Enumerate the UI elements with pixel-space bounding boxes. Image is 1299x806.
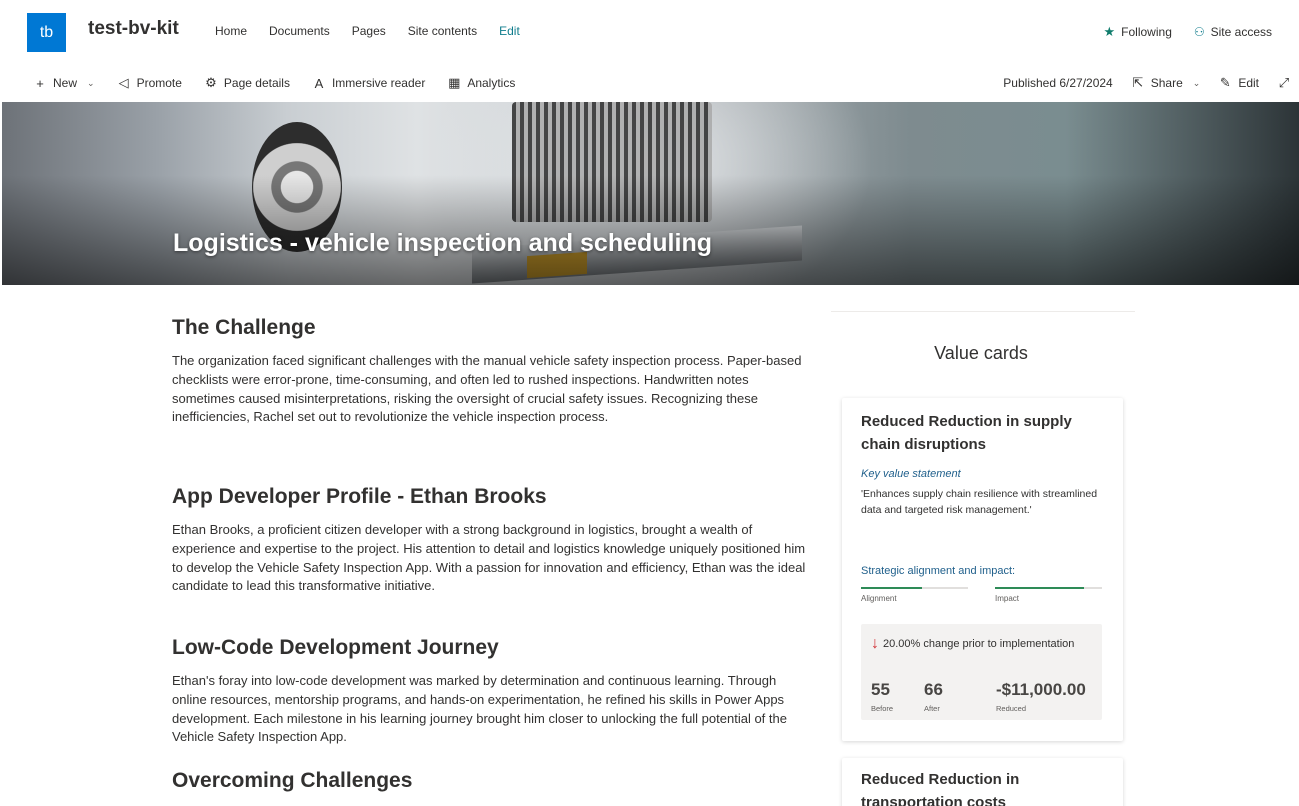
- reduced-label: Reduced: [996, 704, 1027, 713]
- megaphone-icon: ◁: [118, 75, 129, 90]
- after-value: 66: [924, 680, 943, 699]
- nav-home[interactable]: Home: [215, 24, 247, 38]
- section-heading: The Challenge: [172, 316, 316, 339]
- key-value-label: Key value statement: [861, 468, 961, 480]
- alignment-label: Alignment: [861, 594, 897, 603]
- section-body: The organization faced significant chall…: [172, 353, 802, 425]
- edit-label: Edit: [1238, 76, 1259, 90]
- metric-box: ↓ 20.00% change prior to implementation …: [861, 624, 1102, 720]
- immersive-reader-label: Immersive reader: [331, 76, 426, 90]
- site-access-label: Site access: [1210, 25, 1272, 39]
- promote-button[interactable]: ◁ Promote: [117, 75, 182, 91]
- share-icon: ⇱: [1132, 75, 1144, 90]
- before-label: Before: [871, 704, 894, 713]
- chevron-down-icon: ⌄: [1192, 77, 1201, 88]
- analytics-button[interactable]: ▦ Analytics: [447, 75, 515, 91]
- plus-icon: +: [36, 75, 44, 91]
- section-heading: Overcoming Challenges: [172, 769, 413, 792]
- command-bar: + New ⌄ ◁ Promote ⚙ Page details A Immer…: [0, 64, 1299, 102]
- star-icon: ★: [1103, 24, 1116, 39]
- impact-bar: [995, 587, 1102, 589]
- section-heading: Low-Code Development Journey: [172, 636, 499, 659]
- section-body: Ethan's foray into low-code development …: [172, 673, 787, 745]
- analytics-icon: ▦: [448, 75, 461, 90]
- strategic-label: Strategic alignment and impact:: [861, 565, 1016, 577]
- header-actions: ★ Following ⚇ Site access: [1104, 24, 1272, 40]
- site-access-button[interactable]: ⚇ Site access: [1194, 25, 1272, 39]
- reduced-value: -$11,000.00: [996, 680, 1086, 699]
- value-cards-panel: Value cards Reduced Reduction in supply …: [831, 311, 1135, 806]
- published-label: Published 6/27/2024: [1003, 76, 1113, 90]
- section-overcoming-challenges: Overcoming Challenges: [172, 766, 412, 796]
- impact-label: Impact: [995, 594, 1020, 603]
- section-heading: App Developer Profile - Ethan Brooks: [172, 485, 547, 508]
- site-logo[interactable]: tb: [27, 13, 66, 52]
- alignment-bar: [861, 587, 968, 589]
- pencil-icon: ✎: [1219, 75, 1231, 90]
- divider: [831, 311, 1135, 312]
- hero-banner: Logistics - vehicle inspection and sched…: [2, 102, 1299, 285]
- value-card[interactable]: Reduced Reduction in transportation cost…: [842, 758, 1123, 806]
- alignment-bar-fill: [861, 587, 922, 589]
- before-value: 55: [871, 680, 890, 699]
- section-development-journey: Low-Code Development Journey Ethan's for…: [172, 633, 807, 747]
- expand-icon: ⤢: [1278, 75, 1290, 90]
- nav-site-contents[interactable]: Site contents: [408, 24, 477, 38]
- analytics-label: Analytics: [467, 76, 516, 90]
- edit-button[interactable]: ✎ Edit: [1218, 75, 1259, 91]
- reader-icon: A: [314, 75, 324, 91]
- people-icon: ⚇: [1193, 25, 1205, 39]
- new-button[interactable]: + New ⌄: [33, 75, 95, 91]
- value-card-title: Reduced Reduction in transportation cost…: [861, 771, 1020, 806]
- value-card[interactable]: Reduced Reduction in supply chain disrup…: [842, 398, 1123, 741]
- impact-bar-fill: [995, 587, 1084, 589]
- published-status: Published 6/27/2024: [1003, 76, 1112, 90]
- gear-icon: ⚙: [205, 75, 217, 90]
- value-cards-title: Value cards: [934, 343, 1028, 363]
- change-text: 20.00% change prior to implementation: [883, 638, 1075, 650]
- page-title: Logistics - vehicle inspection and sched…: [173, 229, 712, 257]
- nav-pages[interactable]: Pages: [352, 24, 386, 38]
- page-details-button[interactable]: ⚙ Page details: [204, 75, 290, 91]
- nav-documents[interactable]: Documents: [269, 24, 330, 38]
- expand-button[interactable]: ⤢: [1277, 75, 1291, 91]
- arrow-down-icon: ↓: [871, 635, 879, 652]
- nav-edit[interactable]: Edit: [499, 24, 520, 38]
- command-bar-left: + New ⌄ ◁ Promote ⚙ Page details A Immer…: [33, 75, 537, 91]
- change-row: ↓ 20.00% change prior to implementation: [871, 635, 1074, 653]
- share-label: Share: [1150, 76, 1183, 90]
- chevron-down-icon: ⌄: [87, 77, 95, 88]
- after-label: After: [924, 704, 940, 713]
- section-developer-profile: App Developer Profile - Ethan Brooks Eth…: [172, 482, 807, 596]
- value-card-title: Reduced Reduction in supply chain disrup…: [861, 413, 1072, 453]
- promote-label: Promote: [136, 76, 182, 90]
- command-bar-right: Published 6/27/2024 ⇱ Share ⌄ ✎ Edit ⤢: [1003, 75, 1291, 91]
- immersive-reader-button[interactable]: A Immersive reader: [312, 75, 426, 91]
- section-challenge: The Challenge The organization faced sig…: [172, 313, 807, 427]
- key-value-text: 'Enhances supply chain resilience with s…: [861, 488, 1098, 516]
- site-nav: Home Documents Pages Site contents Edit: [215, 24, 542, 38]
- site-header: tb test-bv-kit Home Documents Pages Site…: [0, 0, 1299, 64]
- following-label: Following: [1121, 25, 1172, 39]
- page-details-label: Page details: [223, 76, 290, 90]
- section-body: Ethan Brooks, a proficient citizen devel…: [172, 522, 806, 594]
- site-title[interactable]: test-bv-kit: [88, 18, 179, 40]
- share-button[interactable]: ⇱ Share ⌄: [1131, 75, 1201, 91]
- following-button[interactable]: ★ Following: [1104, 24, 1172, 40]
- new-label: New: [53, 76, 78, 90]
